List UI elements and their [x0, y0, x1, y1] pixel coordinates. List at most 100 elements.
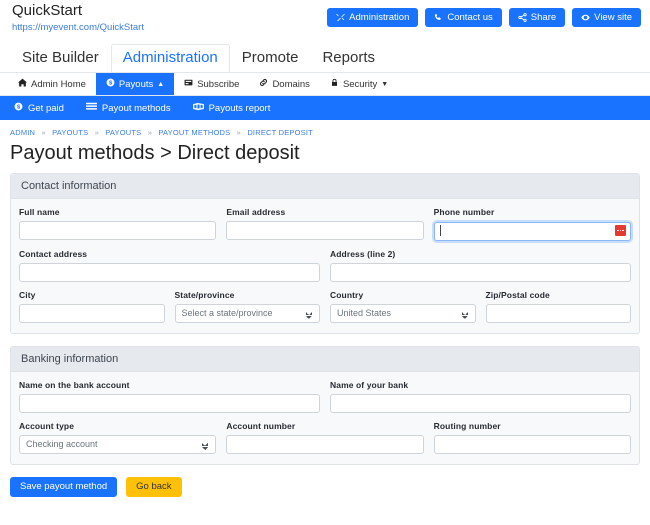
contact-address-label: Contact address [19, 248, 88, 259]
sub-nav-item-subscribe[interactable]: Subscribe [174, 73, 249, 95]
share-button-label: Share [530, 12, 557, 23]
account-number-field: Account number [226, 420, 424, 454]
link-icon [259, 78, 268, 90]
flag-icon[interactable] [614, 225, 626, 236]
contact-address-field: Contact address [19, 249, 320, 282]
go-back-button[interactable]: Go back [126, 476, 182, 497]
breadcrumb-separator: » [41, 128, 46, 137]
banking-row-2: Account type Checking account Account nu… [19, 421, 631, 454]
city-input[interactable] [19, 303, 165, 323]
contact-information-title: Contact information [11, 174, 639, 199]
administration-button-label: Administration [349, 12, 410, 23]
tab-reports[interactable]: Reports [310, 44, 387, 72]
contact-us-button[interactable]: Contact us [425, 8, 502, 27]
admin-sub-nav: Admin Home $ Payouts ▲ Subscribe Domains [0, 72, 650, 96]
action-payout-methods[interactable]: Payout methods [85, 102, 171, 114]
banking-row-1: Name on the bank account Name of your ba… [19, 380, 631, 413]
tab-administration[interactable]: Administration [110, 44, 230, 72]
bank-name-field: Name of your bank [330, 380, 631, 413]
form-footer: Save payout method Go back [0, 476, 650, 497]
action-payouts-report[interactable]: Payouts report [192, 102, 270, 114]
breadcrumb-item-direct-deposit[interactable]: DIRECT DEPOSIT [247, 128, 313, 137]
address-line2-field: Address (line 2) [330, 249, 631, 282]
contact-address-input[interactable] [19, 262, 320, 282]
country-label: Country [330, 289, 364, 300]
breadcrumb-item-payouts-2[interactable]: PAYOUTS [105, 128, 141, 137]
contact-row-3: City State/province Select a state/provi… [19, 290, 631, 323]
state-province-select[interactable]: Select a state/province [174, 303, 320, 323]
account-type-select[interactable]: Checking account [19, 434, 217, 454]
address-line2-label: Address (line 2) [330, 248, 396, 259]
sub-nav-item-security-label: Security [342, 78, 378, 90]
account-name-label: Name on the bank account [19, 379, 130, 390]
account-number-label: Account number [226, 420, 296, 431]
city-field: City [19, 290, 165, 323]
phone-number-input[interactable] [433, 221, 631, 241]
bank-name-label: Name of your bank [330, 379, 409, 390]
sub-nav-item-security[interactable]: Security ▼ [320, 73, 398, 95]
account-name-field: Name on the bank account [19, 380, 320, 413]
country-field: Country United States [330, 290, 476, 323]
state-province-label: State/province [174, 289, 235, 300]
save-payout-method-button[interactable]: Save payout method [10, 476, 118, 497]
zip-postal-code-input[interactable] [485, 303, 631, 323]
dollar-circle-icon: $ [106, 78, 115, 90]
card-icon [184, 78, 193, 90]
country-select[interactable]: United States [330, 303, 476, 323]
email-address-input[interactable] [226, 221, 424, 240]
address-line2-input[interactable] [330, 262, 631, 282]
contact-row-1: Full name Email address Phone number [19, 207, 631, 241]
routing-number-field: Routing number [433, 421, 631, 454]
banking-information-title: Banking information [11, 346, 639, 372]
breadcrumb-separator: » [147, 128, 153, 137]
account-type-label: Account type [19, 420, 75, 431]
page-title: Payout methods > Direct deposit [10, 142, 300, 164]
breadcrumb-separator: » [94, 128, 99, 137]
breadcrumb: ADMIN » PAYOUTS » PAYOUTS » PAYOUT METHO… [0, 120, 650, 137]
breadcrumb-item-payout-methods[interactable]: PAYOUT METHODS [158, 128, 230, 137]
bank-name-input[interactable] [330, 393, 631, 413]
report-icon [192, 102, 204, 114]
credit-card-icon [85, 102, 97, 114]
city-label: City [19, 289, 36, 300]
site-name: QuickStart [12, 2, 83, 19]
routing-number-input[interactable] [433, 434, 631, 454]
dollar-circle-icon: $ [14, 102, 23, 114]
full-name-field: Full name [19, 207, 217, 241]
phone-icon [434, 13, 443, 22]
phone-number-field: Phone number [433, 207, 631, 241]
tab-site-builder[interactable]: Site Builder [10, 44, 111, 72]
share-icon [518, 13, 527, 22]
share-button[interactable]: Share [508, 8, 566, 27]
site-header: QuickStart https://myevent.com/QuickStar… [0, 0, 650, 40]
sub-nav-item-admin-home-label: Admin Home [31, 78, 86, 90]
sub-nav-item-subscribe-label: Subscribe [197, 78, 240, 90]
full-name-label: Full name [19, 207, 60, 217]
account-number-input[interactable] [226, 434, 424, 454]
payout-methods-page: QuickStart https://myevent.com/QuickStar… [0, 0, 650, 525]
payouts-action-bar: $ Get paid Payout methods Payouts report [0, 96, 650, 120]
contact-information-body: Full name Email address Phone number Con… [11, 199, 639, 333]
sub-nav-item-domains[interactable]: Domains [249, 73, 320, 95]
account-type-field: Account type Checking account [19, 420, 217, 454]
full-name-input[interactable] [19, 221, 217, 240]
phone-number-label: Phone number [433, 207, 495, 217]
banking-information-body: Name on the bank account Name of your ba… [11, 372, 639, 464]
view-site-button[interactable]: View site [572, 8, 641, 27]
text-cursor [439, 225, 441, 236]
account-name-input[interactable] [19, 393, 320, 413]
chevron-up-icon: ▲ [157, 80, 165, 88]
tab-promote[interactable]: Promote [230, 44, 311, 72]
sub-nav-item-admin-home[interactable]: Admin Home [8, 73, 96, 95]
sub-nav-item-payouts[interactable]: $ Payouts ▲ [95, 73, 175, 95]
banking-information-panel: Banking information Name on the bank acc… [10, 345, 640, 465]
contact-us-button-label: Contact us [447, 12, 493, 23]
breadcrumb-item-admin[interactable]: ADMIN [10, 128, 35, 137]
sub-nav-item-payouts-label: Payouts [118, 78, 154, 90]
zip-postal-code-label: Zip/Postal code [485, 289, 550, 300]
home-icon [18, 78, 27, 90]
administration-button[interactable]: Administration [327, 8, 419, 27]
site-url-link[interactable]: https://myevent.com/QuickStart [12, 22, 144, 33]
action-get-paid[interactable]: $ Get paid [14, 102, 64, 114]
breadcrumb-item-payouts-1[interactable]: PAYOUTS [52, 128, 88, 137]
